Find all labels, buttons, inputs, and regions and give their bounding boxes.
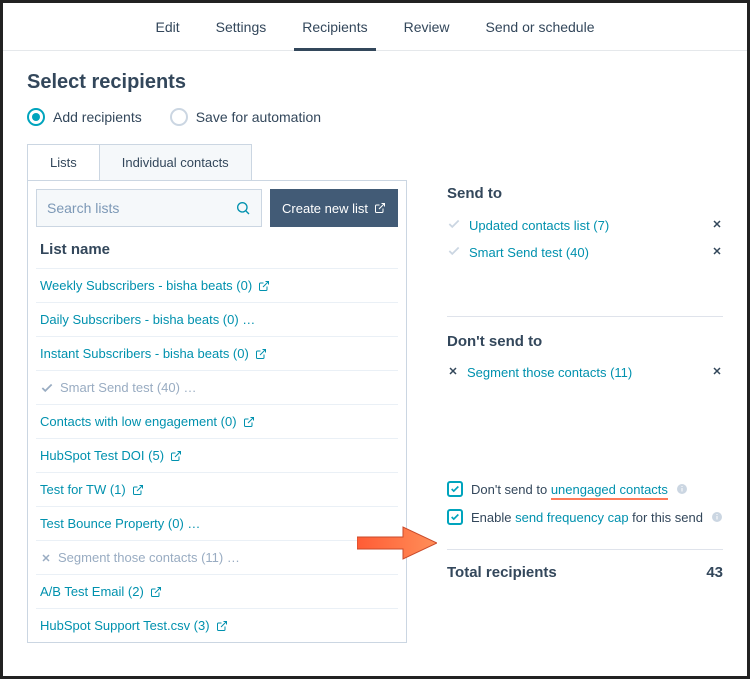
- unengaged-contacts-link[interactable]: unengaged contacts: [551, 482, 668, 500]
- list-item-label: Contacts with low engagement (0): [40, 414, 237, 429]
- checkbox-icon: [447, 509, 463, 525]
- x-icon: [711, 365, 723, 377]
- external-link-icon: [216, 620, 228, 632]
- tab-lists[interactable]: Lists: [27, 144, 100, 181]
- send-to-item-label[interactable]: Smart Send test (40): [469, 245, 589, 260]
- send-to-header: Send to: [447, 185, 723, 202]
- checkbox-freq-prefix: Enable: [471, 510, 515, 525]
- dont-send-to-item-label[interactable]: Segment those contacts (11): [467, 365, 632, 380]
- send-to-item: Smart Send test (40): [447, 239, 723, 266]
- list-item-label: Smart Send test (40) …: [60, 380, 197, 395]
- check-icon: [447, 244, 461, 258]
- list-item-label: Daily Subscribers - bisha beats (0) …: [40, 312, 255, 327]
- total-recipients-value: 43: [706, 564, 723, 581]
- check-icon: [447, 217, 461, 231]
- external-link-icon: [255, 348, 267, 360]
- nav-send-or-schedule[interactable]: Send or schedule: [468, 3, 613, 50]
- nav-review[interactable]: Review: [386, 3, 468, 50]
- checkbox-freq-suffix: for this send: [629, 510, 703, 525]
- checkbox-icon: [447, 481, 463, 497]
- list-item-label: Instant Subscribers - bisha beats (0): [40, 346, 249, 361]
- remove-button[interactable]: [711, 218, 723, 233]
- external-link-icon: [258, 280, 270, 292]
- list-item[interactable]: Daily Subscribers - bisha beats (0) …: [36, 302, 398, 336]
- list-item[interactable]: A/B Test Email (2): [36, 574, 398, 608]
- list-item-label: Segment those contacts (11) …: [58, 550, 240, 565]
- recipient-tabs: Lists Individual contacts: [27, 144, 723, 181]
- x-icon: [447, 365, 459, 377]
- remove-button[interactable]: [711, 245, 723, 260]
- external-link-icon: [374, 202, 386, 214]
- list-item[interactable]: Segment those contacts (11) …: [36, 540, 398, 574]
- info-icon[interactable]: [676, 483, 688, 495]
- radio-save-for-automation-label: Save for automation: [196, 109, 321, 125]
- external-link-icon: [170, 450, 182, 462]
- list-name-header: List name: [36, 235, 398, 268]
- dont-send-to-item: Segment those contacts (11): [447, 360, 723, 385]
- radio-save-for-automation[interactable]: Save for automation: [170, 108, 321, 126]
- nav-edit[interactable]: Edit: [138, 3, 198, 50]
- create-new-list-label: Create new list: [282, 201, 368, 216]
- search-input[interactable]: Search lists: [36, 189, 262, 227]
- total-recipients-row: Total recipients 43: [447, 549, 723, 581]
- summary-panel: Send to Updated contacts list (7) Smart S…: [447, 181, 723, 581]
- x-icon: [711, 245, 723, 257]
- list-item[interactable]: HubSpot Test DOI (5): [36, 438, 398, 472]
- create-new-list-button[interactable]: Create new list: [270, 189, 398, 227]
- list-item[interactable]: Test Bounce Property (0) …: [36, 506, 398, 540]
- list-item-label: Weekly Subscribers - bisha beats (0): [40, 278, 252, 293]
- top-nav: Edit Settings Recipients Review Send or …: [3, 3, 747, 51]
- x-icon: [711, 218, 723, 230]
- page-title: Select recipients: [27, 71, 723, 94]
- check-icon: [40, 381, 54, 395]
- list-item[interactable]: Contacts with low engagement (0): [36, 404, 398, 438]
- checkbox-unengaged-prefix: Don't send to: [471, 482, 551, 497]
- list-item[interactable]: HubSpot Support Test.csv (3): [36, 608, 398, 642]
- list-item[interactable]: Smart Send test (40) …: [36, 370, 398, 404]
- list-item[interactable]: Instant Subscribers - bisha beats (0): [36, 336, 398, 370]
- x-icon: [40, 552, 52, 564]
- search-icon: [235, 200, 251, 216]
- list-item-label: Test for TW (1): [40, 482, 126, 497]
- radio-add-recipients[interactable]: Add recipients: [27, 108, 142, 126]
- list-item-label: HubSpot Support Test.csv (3): [40, 618, 210, 633]
- mode-radio-group: Add recipients Save for automation: [27, 108, 723, 126]
- dont-send-to-header: Don't send to: [447, 333, 723, 350]
- send-to-item: Updated contacts list (7): [447, 212, 723, 239]
- list-item[interactable]: Weekly Subscribers - bisha beats (0): [36, 268, 398, 302]
- send-to-item-label[interactable]: Updated contacts list (7): [469, 218, 609, 233]
- send-frequency-cap-link[interactable]: send frequency cap: [515, 510, 628, 525]
- total-recipients-label: Total recipients: [447, 564, 557, 581]
- list-item-label: A/B Test Email (2): [40, 584, 144, 599]
- radio-add-recipients-label: Add recipients: [53, 109, 142, 125]
- external-link-icon: [243, 416, 255, 428]
- tab-individual-contacts[interactable]: Individual contacts: [99, 144, 252, 181]
- list-item-label: HubSpot Test DOI (5): [40, 448, 164, 463]
- lists-panel: Search lists Create new list List name W…: [27, 180, 407, 643]
- info-icon[interactable]: [711, 511, 723, 523]
- nav-recipients[interactable]: Recipients: [284, 3, 385, 50]
- list-item[interactable]: Test for TW (1): [36, 472, 398, 506]
- checkbox-frequency-cap[interactable]: Enable send frequency cap for this send: [447, 503, 723, 531]
- nav-settings[interactable]: Settings: [198, 3, 285, 50]
- external-link-icon: [150, 586, 162, 598]
- search-placeholder: Search lists: [47, 200, 119, 216]
- list-item-label: Test Bounce Property (0) …: [40, 516, 200, 531]
- external-link-icon: [132, 484, 144, 496]
- remove-button[interactable]: [711, 365, 723, 380]
- checkbox-unengaged[interactable]: Don't send to unengaged contacts: [447, 475, 723, 503]
